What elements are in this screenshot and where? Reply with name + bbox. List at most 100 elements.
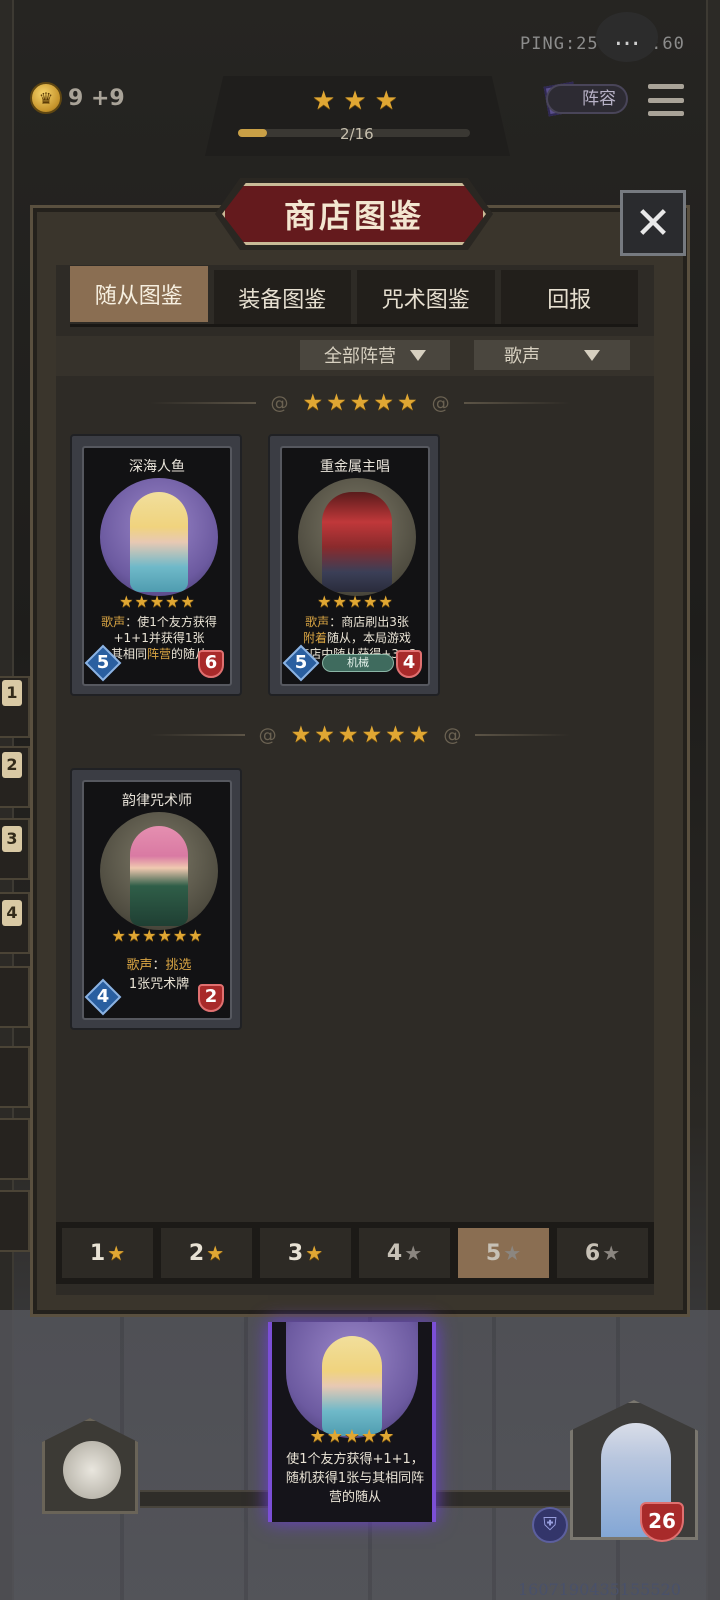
star-icon: ★: [378, 1426, 395, 1447]
lineup-button[interactable]: 阵容: [546, 84, 628, 114]
minion-card[interactable]: 重金属主唱 ★★★★★ 歌声：商店刷出3张 附着随从，本局游戏 商店中随从获得+…: [268, 434, 440, 696]
star-icon: ★: [361, 721, 383, 748]
star-icon: ★: [347, 592, 363, 611]
star-icon: ★: [111, 926, 126, 945]
keyword-text: 挑选: [165, 958, 192, 973]
card-name: 韵律咒术师: [122, 793, 192, 809]
keyword-text: 歌声: [305, 615, 330, 629]
desc-text: 1张咒术牌: [128, 977, 190, 992]
side-slot-number: 1: [2, 680, 22, 706]
star-icon: ★: [142, 926, 157, 945]
level-button-3[interactable]: 3 ★: [260, 1228, 351, 1278]
faction-filter[interactable]: 全部阵营: [300, 340, 450, 370]
level-button-5[interactable]: 5 ★: [458, 1228, 549, 1278]
divider-line: [150, 402, 257, 404]
star-icon: ★: [373, 389, 394, 416]
side-slot-number: 3: [2, 826, 22, 852]
tab-spells[interactable]: 咒术图鉴: [357, 270, 495, 326]
star-icon: ★: [290, 721, 312, 748]
keyword-text: 歌声: [101, 615, 126, 629]
star-icon: ★: [149, 592, 165, 611]
codex-tabs: 随从图鉴 装备图鉴 咒术图鉴 回报: [70, 266, 638, 326]
keyword-text: 阵营: [146, 647, 171, 661]
preview-stars: ★ ★ ★ ★ ★: [272, 1428, 432, 1446]
minion-card[interactable]: 韵律咒术师 ★ ★ ★ ★ ★ ★ 歌声：挑选 1张咒术牌 4 2: [70, 768, 242, 1030]
swirl-icon: @: [258, 724, 277, 746]
shield-icon[interactable]: ⛨: [532, 1507, 568, 1543]
star-icon: ★: [302, 389, 324, 416]
preview-card[interactable]: ★ ★ ★ ★ ★ 使1个友方获得+1+1，随机获得1张与其相同阵营的随从: [268, 1322, 436, 1522]
desc-text: ：: [152, 958, 166, 973]
star-icon: ★: [332, 592, 347, 611]
menu-icon[interactable]: [648, 84, 684, 116]
star-icon: ★: [119, 592, 134, 611]
star-icon: ★: [374, 86, 398, 116]
level-number: 1: [89, 1240, 106, 1266]
gold-text: 9 +9: [68, 85, 125, 111]
tab-rewards[interactable]: 回报: [500, 270, 638, 326]
level-button-6[interactable]: 6 ★: [557, 1228, 648, 1278]
card-name: 深海人鱼: [129, 459, 185, 475]
star-icon: ★: [363, 592, 378, 611]
attack-value: 5: [96, 652, 110, 673]
star-icon: ★: [337, 721, 359, 748]
card-stars: ★ ★ ★ ★ ★: [282, 594, 428, 610]
star-icon: ★: [404, 1241, 423, 1265]
tab-equipment[interactable]: 装备图鉴: [213, 270, 351, 326]
keyword-filter[interactable]: 歌声: [474, 340, 630, 370]
minion-card[interactable]: 深海人鱼 ★ ★ ★ ★ ★ 歌声：使1个友方获得 +1+1并获得1张 其相同阵营的随从…: [70, 434, 242, 696]
desc-text: ：商店刷出3张: [329, 615, 409, 629]
star-icon: ★: [172, 926, 188, 945]
side-slot[interactable]: [0, 966, 30, 1028]
star-icon: ★: [206, 1241, 225, 1265]
card-face: 重金属主唱 ★★★★★ 歌声：商店刷出3张 附着随从，本局游戏 商店中随从获得+…: [280, 446, 430, 686]
level-button-2[interactable]: 2 ★: [161, 1228, 252, 1278]
progress-bar-fill: [238, 129, 267, 137]
star-icon: ★: [165, 592, 180, 611]
dropdown-triangle-icon: [584, 349, 600, 361]
side-slot[interactable]: [0, 1046, 30, 1108]
keyword-text: 歌声: [126, 958, 153, 973]
star-icon: ★: [309, 1426, 326, 1447]
star-icon: ★: [157, 926, 172, 945]
star-icon: ★: [126, 926, 142, 945]
chat-icon[interactable]: …: [596, 12, 658, 62]
dropdown-triangle-icon: [410, 349, 426, 361]
progress-label: 2/16: [340, 125, 374, 143]
star-icon: ★: [343, 86, 367, 116]
attack-value: 4: [96, 986, 110, 1007]
star-icon: ★: [349, 389, 371, 416]
level-number: 3: [287, 1240, 304, 1266]
tab-minions[interactable]: 随从图鉴: [70, 266, 208, 322]
ping-text: PING:25: [520, 34, 599, 54]
mermaid-figure: [322, 1336, 382, 1436]
swirl-icon: @: [270, 392, 289, 414]
level-button-4[interactable]: 4 ★: [359, 1228, 450, 1278]
level-button-1[interactable]: 1 ★: [62, 1228, 153, 1278]
keyword-filter-label: 歌声: [504, 346, 540, 367]
star-icon: ★: [317, 592, 332, 611]
round-stars: ★ ★ ★: [312, 88, 398, 114]
star-icon: ★: [396, 389, 418, 416]
tier-header-6: @ ★ ★ ★ ★ ★ ★ @: [150, 720, 570, 750]
side-slot[interactable]: [0, 1118, 30, 1180]
side-slot[interactable]: [0, 1190, 30, 1252]
star-icon: ★: [326, 389, 347, 416]
seed-number: 1607190435155520: [518, 1580, 681, 1599]
star-icon: ★: [188, 926, 203, 945]
divider-line: [463, 402, 570, 404]
close-button[interactable]: ✕: [620, 190, 686, 256]
close-icon: ✕: [634, 197, 672, 249]
star-icon: ★: [343, 1426, 361, 1447]
star-level-filter: 1 ★ 2 ★ 3 ★ 4 ★ 5 ★ 6 ★: [56, 1222, 654, 1284]
star-icon: ★: [326, 1426, 343, 1447]
side-slot-number: 4: [2, 900, 22, 926]
level-number: 6: [584, 1240, 601, 1266]
star-icon: ★: [361, 1426, 378, 1447]
keyword-text: 附着: [302, 631, 327, 645]
card-face: 韵律咒术师 ★ ★ ★ ★ ★ ★ 歌声：挑选 1张咒术牌 4 2: [82, 780, 232, 1020]
desc-text: +1+1并获得1张: [113, 631, 205, 645]
preview-description: 使1个友方获得+1+1，随机获得1张与其相同阵营的随从: [285, 1452, 425, 1505]
sorcerer-figure: [130, 826, 188, 926]
faction-filter-label: 全部阵营: [324, 346, 396, 367]
